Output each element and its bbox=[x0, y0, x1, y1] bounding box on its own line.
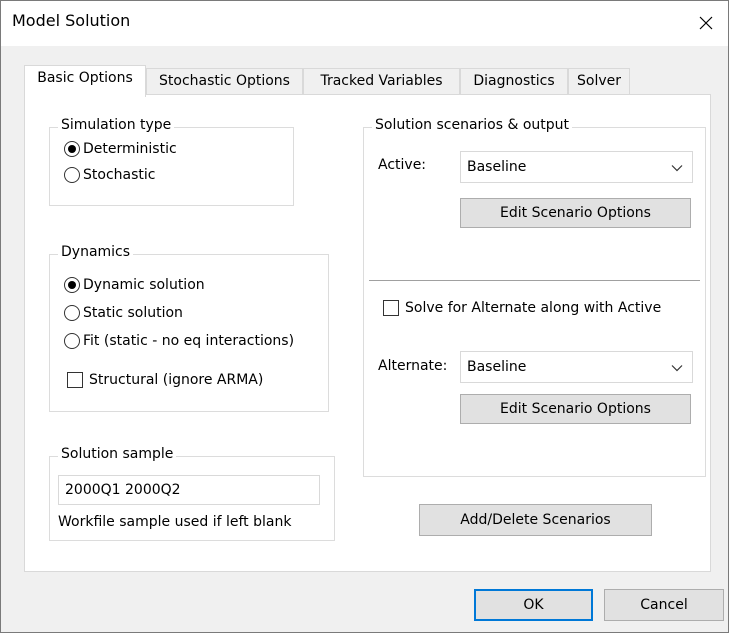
basic-options-panel: Simulation type Deterministic Stochastic… bbox=[24, 94, 711, 572]
tab-label: Stochastic Options bbox=[159, 73, 290, 89]
tab-basic-options[interactable]: Basic Options bbox=[24, 65, 146, 97]
solution-sample-group: Solution sample 2000Q1 2000Q2 Workfile s… bbox=[49, 446, 335, 541]
dynamics-label: Dynamics bbox=[58, 244, 134, 260]
tab-label: Diagnostics bbox=[473, 73, 555, 89]
radio-label: Fit (static - no eq interactions) bbox=[83, 333, 295, 349]
tab-diagnostics[interactable]: Diagnostics bbox=[460, 68, 568, 95]
add-delete-scenarios-button[interactable]: Add/Delete Scenarios bbox=[419, 504, 652, 536]
edit-active-scenario-button[interactable]: Edit Scenario Options bbox=[460, 198, 691, 228]
edit-alternate-scenario-button[interactable]: Edit Scenario Options bbox=[460, 394, 691, 424]
checkbox-solve-alternate[interactable]: Solve for Alternate along with Active bbox=[383, 300, 661, 316]
radio-static-solution[interactable]: Static solution bbox=[64, 305, 183, 321]
alternate-label: Alternate: bbox=[378, 358, 448, 374]
radio-deterministic[interactable]: Deterministic bbox=[64, 141, 177, 157]
tab-label: Basic Options bbox=[37, 70, 133, 86]
active-scenario-value: Baseline bbox=[467, 159, 527, 175]
chevron-down-icon bbox=[671, 165, 683, 172]
active-scenario-select[interactable]: Baseline bbox=[460, 151, 693, 183]
tab-solver[interactable]: Solver bbox=[568, 68, 630, 95]
solution-sample-label: Solution sample bbox=[58, 446, 177, 462]
checkbox-icon bbox=[383, 300, 399, 316]
radio-icon bbox=[64, 141, 80, 157]
solution-sample-hint: Workfile sample used if left blank bbox=[58, 514, 292, 530]
simulation-type-label: Simulation type bbox=[58, 117, 175, 133]
radio-stochastic[interactable]: Stochastic bbox=[64, 167, 155, 183]
checkbox-label: Solve for Alternate along with Active bbox=[405, 300, 662, 316]
radio-icon bbox=[64, 333, 80, 349]
title-bar: Model Solution bbox=[0, 0, 729, 46]
alternate-scenario-select[interactable]: Baseline bbox=[460, 351, 693, 383]
close-button[interactable] bbox=[683, 0, 729, 46]
radio-label: Deterministic bbox=[83, 141, 177, 157]
button-label: Cancel bbox=[640, 597, 688, 613]
alternate-scenario-value: Baseline bbox=[467, 359, 527, 375]
checkbox-icon bbox=[67, 372, 83, 388]
radio-dynamic-solution[interactable]: Dynamic solution bbox=[64, 277, 205, 293]
button-label: Add/Delete Scenarios bbox=[460, 512, 611, 528]
ok-button[interactable]: OK bbox=[474, 589, 593, 621]
solution-sample-value: 2000Q1 2000Q2 bbox=[65, 482, 181, 498]
solution-sample-input[interactable]: 2000Q1 2000Q2 bbox=[58, 475, 320, 505]
window-title: Model Solution bbox=[12, 11, 131, 30]
button-label: Edit Scenario Options bbox=[500, 401, 651, 417]
tab-tracked-variables[interactable]: Tracked Variables bbox=[303, 68, 460, 95]
scenarios-label: Solution scenarios & output bbox=[372, 117, 573, 133]
checkbox-label: Structural (ignore ARMA) bbox=[89, 372, 264, 388]
radio-icon bbox=[64, 305, 80, 321]
tab-label: Tracked Variables bbox=[320, 73, 443, 89]
cancel-button[interactable]: Cancel bbox=[604, 589, 724, 621]
close-icon bbox=[699, 16, 713, 30]
radio-label: Stochastic bbox=[83, 167, 156, 183]
radio-icon bbox=[64, 167, 80, 183]
scenarios-group: Solution scenarios & output Active: Base… bbox=[363, 117, 706, 477]
radio-label: Static solution bbox=[83, 305, 183, 321]
tab-label: Solver bbox=[577, 73, 621, 89]
active-label: Active: bbox=[378, 157, 427, 173]
separator bbox=[369, 280, 700, 281]
button-label: Edit Scenario Options bbox=[500, 205, 651, 221]
radio-label: Dynamic solution bbox=[83, 277, 205, 293]
checkbox-structural[interactable]: Structural (ignore ARMA) bbox=[67, 372, 263, 388]
dynamics-group: Dynamics Dynamic solution Static solutio… bbox=[49, 244, 329, 412]
simulation-type-group: Simulation type Deterministic Stochastic bbox=[49, 117, 294, 206]
radio-fit-static[interactable]: Fit (static - no eq interactions) bbox=[64, 333, 294, 349]
tab-stochastic-options[interactable]: Stochastic Options bbox=[146, 68, 303, 95]
chevron-down-icon bbox=[671, 365, 683, 372]
button-label: OK bbox=[523, 597, 544, 613]
radio-icon bbox=[64, 277, 80, 293]
